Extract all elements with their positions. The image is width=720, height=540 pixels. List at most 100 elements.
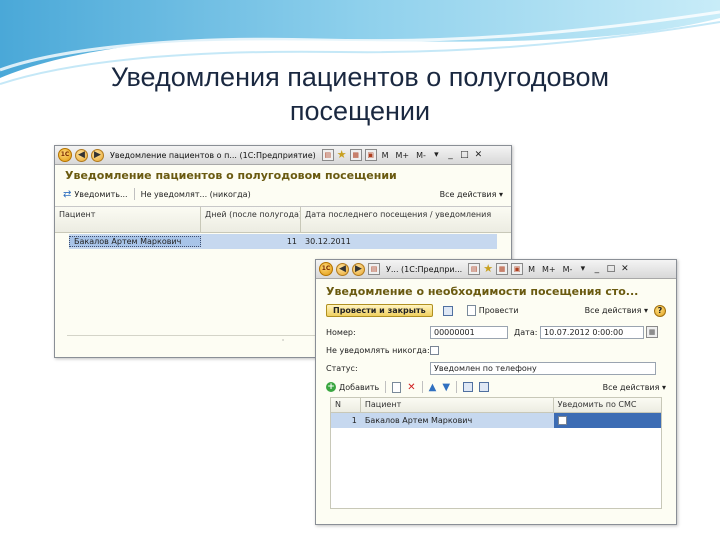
post-button[interactable]: Провести: [463, 304, 523, 317]
calc-icon[interactable]: ▣: [511, 263, 524, 275]
add-button[interactable]: + Добавить: [326, 382, 379, 392]
all-actions-menu[interactable]: Все действия ▾: [585, 306, 648, 315]
status-field[interactable]: Уведомлен по телефону: [430, 361, 656, 375]
list-window-caption: Уведомление пациентов о п... (1С:Предпри…: [110, 150, 316, 160]
memory-m-button[interactable]: M: [380, 151, 391, 160]
cell-date: 30.12.2011: [305, 237, 351, 246]
number-field[interactable]: 00000001: [430, 325, 508, 339]
cell-patient: Бакалов Артем Маркович: [69, 236, 201, 247]
doc-window: 1С ◀ ▶ ▤ У... (1С:Предпри... ▤ ★ ▦ ▣ M M…: [315, 259, 677, 525]
date-field[interactable]: 10.07.2012 0:00:00: [540, 325, 644, 339]
list-form-title: Уведомление пациентов о полугодовом посе…: [65, 169, 397, 182]
calc-icon[interactable]: ▣: [364, 149, 377, 161]
post-icon: [466, 305, 476, 316]
never-notify-checkbox[interactable]: [430, 345, 439, 355]
divider: [133, 188, 135, 200]
maximize-icon[interactable]: □: [605, 264, 616, 275]
slide-title-line2: посещении: [289, 96, 431, 126]
divider: [385, 381, 387, 393]
document-icon[interactable]: ▤: [321, 149, 334, 161]
table-all-actions-menu[interactable]: Все действия ▾: [603, 383, 666, 392]
doc-grid-header: N Пациент Уведомить по СМС: [331, 398, 661, 413]
document-icon[interactable]: ▤: [468, 263, 481, 275]
dropdown-arrow-icon[interactable]: ▾: [577, 264, 588, 275]
minimize-icon[interactable]: _: [591, 264, 602, 275]
list-window-titlebar: 1С ◀ ▶ Уведомление пациентов о п... (1С:…: [55, 146, 511, 165]
move-up-icon[interactable]: ▲: [429, 382, 437, 393]
divider: [456, 381, 458, 393]
divider: [421, 381, 423, 393]
sms-checkbox[interactable]: [557, 416, 567, 425]
close-icon[interactable]: ✕: [473, 150, 484, 161]
scrollbar-thumb[interactable]: ·: [282, 336, 285, 345]
back-icon[interactable]: ◀: [75, 148, 88, 162]
notify-icon: ⇄: [63, 188, 72, 200]
delete-icon[interactable]: ✕: [407, 382, 415, 393]
column-header-last-visit[interactable]: Дата последнего посещения / уведомления: [301, 207, 511, 232]
calendar-icon[interactable]: ▦: [646, 326, 658, 338]
all-actions-label: Все действия ▾: [439, 189, 503, 199]
close-icon[interactable]: ✕: [619, 264, 630, 275]
app-1c-icon[interactable]: 1С: [319, 262, 333, 276]
table-row[interactable]: Бакалов Артем Маркович 11 30.12.2011: [69, 234, 497, 249]
column-header-sms[interactable]: Уведомить по СМС: [554, 398, 661, 412]
back-icon[interactable]: ◀: [336, 262, 349, 276]
list-grid-header: Пациент Дней (после полугода) Дата после…: [55, 207, 511, 233]
list-grid: Пациент Дней (после полугода) Дата после…: [55, 206, 511, 249]
slide-title-line1: Уведомления пациентов о полугодовом: [110, 62, 610, 92]
list-command-bar: ⇄ Уведомить... Не уведомлят... (никогда)…: [55, 186, 511, 202]
column-header-days[interactable]: Дней (после полугода): [201, 207, 301, 232]
memory-mminus-button[interactable]: M-: [561, 265, 575, 274]
doc-command-bar: Провести и закрыть Провести Все действия…: [316, 302, 676, 319]
table-all-actions-label: Все действия ▾: [602, 382, 666, 392]
cell-patient: Бакалов Артем Маркович: [364, 416, 473, 425]
move-down-icon[interactable]: ▼: [442, 382, 450, 393]
post-label: Провести: [478, 306, 519, 315]
copy-icon[interactable]: [392, 381, 402, 393]
add-label: Добавить: [339, 382, 380, 392]
number-label: Номер:: [326, 327, 356, 337]
doc-window-caption: У... (1С:Предпри...: [386, 264, 463, 274]
favorite-star-icon[interactable]: ★: [337, 149, 347, 161]
table-command-bar: + Добавить ✕ ▲ ▼ Все действия ▾: [316, 377, 676, 395]
doc-form-title: Уведомление о необходимости посещения ст…: [326, 285, 639, 298]
all-actions-menu[interactable]: Все действия ▾: [440, 190, 503, 199]
column-header-n[interactable]: N: [331, 398, 361, 412]
forward-icon[interactable]: ▶: [91, 148, 104, 162]
doc-window-titlebar: 1С ◀ ▶ ▤ У... (1С:Предпри... ▤ ★ ▦ ▣ M M…: [316, 260, 676, 279]
status-label: Статус:: [326, 363, 358, 373]
document-icon[interactable]: ▤: [368, 263, 380, 275]
save-button[interactable]: [439, 305, 457, 317]
minimize-icon[interactable]: _: [445, 150, 456, 161]
memory-mplus-button[interactable]: M+: [540, 265, 558, 274]
help-icon[interactable]: ?: [654, 304, 666, 317]
all-actions-label: Все действия ▾: [584, 306, 648, 315]
cell-n: 1: [351, 416, 357, 425]
dropdown-arrow-icon[interactable]: ▾: [431, 150, 442, 161]
dont-notify-label: Не уведомлят... (никогда): [140, 189, 251, 199]
doc-grid: N Пациент Уведомить по СМС 1 Бакалов Арт…: [330, 397, 662, 509]
slide-title: Уведомления пациентов о полугодовом посе…: [60, 60, 660, 128]
memory-mplus-button[interactable]: M+: [394, 151, 412, 160]
save-icon: [442, 305, 453, 316]
maximize-icon[interactable]: □: [459, 150, 470, 161]
sort-desc-icon[interactable]: [479, 382, 490, 392]
memory-mminus-button[interactable]: M-: [414, 151, 428, 160]
print-icon[interactable]: ▦: [496, 263, 509, 275]
notify-label: Уведомить...: [74, 189, 128, 199]
app-1c-icon[interactable]: 1С: [58, 148, 72, 162]
column-header-patient[interactable]: Пациент: [55, 207, 201, 232]
cell-sms[interactable]: [553, 413, 661, 428]
sort-asc-icon[interactable]: [463, 382, 474, 392]
print-icon[interactable]: ▦: [349, 149, 362, 161]
post-and-close-button[interactable]: Провести и закрыть: [326, 304, 433, 317]
never-notify-row: Не уведомлять никогда:: [316, 341, 676, 359]
column-header-patient[interactable]: Пациент: [361, 398, 554, 412]
notify-button[interactable]: ⇄ Уведомить...: [63, 189, 128, 200]
forward-icon[interactable]: ▶: [352, 262, 365, 276]
number-date-row: Номер: 00000001 Дата: 10.07.2012 0:00:00…: [316, 323, 676, 341]
favorite-star-icon[interactable]: ★: [483, 263, 493, 275]
memory-m-button[interactable]: M: [526, 265, 537, 274]
table-row[interactable]: 1 Бакалов Артем Маркович: [331, 413, 661, 428]
dont-notify-button[interactable]: Не уведомлят... (никогда): [141, 190, 251, 199]
